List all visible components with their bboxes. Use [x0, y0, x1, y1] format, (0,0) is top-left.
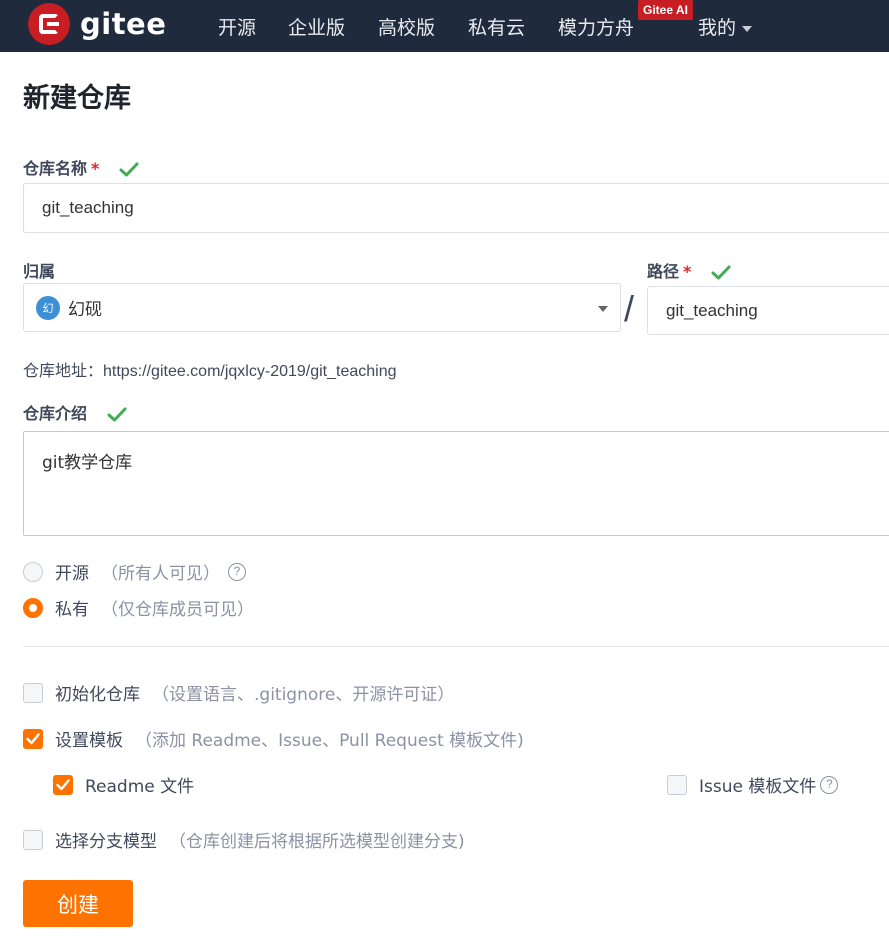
divider: [23, 646, 889, 647]
intro-textarea[interactable]: git教学仓库: [23, 431, 889, 536]
owner-label: 归属: [23, 262, 56, 281]
check-icon: [107, 407, 127, 421]
nav-item-enterprise[interactable]: 企业版: [288, 13, 345, 40]
required-mark: *: [91, 159, 100, 178]
intro-label-text: 仓库介绍: [23, 404, 88, 423]
nav-mine-label: 我的: [698, 17, 737, 39]
path-input[interactable]: git_teaching: [647, 286, 889, 335]
gitee-ai-badge[interactable]: Gitee AI: [638, 0, 693, 20]
nav-item-opensource[interactable]: 开源: [218, 13, 256, 40]
repo-address-url: https://gitee.com/jqxlcy-2019/git_teachi…: [103, 363, 397, 380]
radio-private-label: 私有: [55, 600, 89, 620]
path-separator: /: [624, 288, 635, 329]
repo-name-label-text: 仓库名称: [23, 159, 88, 178]
template-hint: （添加 Readme、Issue、Pull Request 模板文件): [135, 731, 524, 751]
check-icon: [119, 162, 139, 176]
gitee-logo[interactable]: gitee: [28, 3, 166, 45]
create-button[interactable]: 创建: [23, 880, 133, 927]
branch-model-hint: （仓库创建后将根据所选模型创建分支): [169, 832, 465, 852]
required-mark: *: [683, 262, 692, 281]
intro-value: git教学仓库: [42, 453, 133, 473]
path-label: 路径 *: [647, 258, 731, 282]
radio-private-hint: （仅仓库成员可见）: [101, 600, 254, 620]
path-value: git_teaching: [666, 300, 758, 320]
branch-model-label: 选择分支模型: [55, 832, 157, 852]
repo-address-prefix: 仓库地址：: [23, 363, 104, 380]
option-issue-template[interactable]: Issue 模板文件 ?: [667, 772, 839, 797]
init-repo-checkbox[interactable]: [23, 682, 43, 703]
radio-public[interactable]: 开源 （所有人可见） ?: [23, 559, 246, 584]
option-readme[interactable]: Readme 文件: [53, 772, 194, 797]
nav-item-private-cloud[interactable]: 私有云: [468, 13, 525, 40]
gitee-logo-icon: [28, 3, 70, 45]
option-template[interactable]: 设置模板 （添加 Readme、Issue、Pull Request 模板文件): [23, 726, 524, 751]
issue-template-checkbox[interactable]: [667, 774, 687, 795]
option-init-repo[interactable]: 初始化仓库 （设置语言、.gitignore、开源许可证）: [23, 680, 454, 705]
repo-name-value: git_teaching: [42, 198, 134, 217]
page-title: 新建仓库: [23, 83, 131, 114]
radio-private[interactable]: 私有 （仅仓库成员可见）: [23, 595, 254, 620]
path-label-text: 路径: [647, 262, 680, 281]
chevron-down-icon: [598, 306, 608, 312]
template-label: 设置模板: [55, 731, 123, 751]
radio-private-circle[interactable]: [23, 597, 43, 618]
brand-name: gitee: [80, 7, 167, 41]
readme-label: Readme 文件: [85, 777, 195, 797]
repo-address: 仓库地址：https://gitee.com/jqxlcy-2019/git_t…: [23, 357, 397, 381]
radio-public-circle[interactable]: [23, 561, 43, 582]
template-checkbox[interactable]: [23, 728, 43, 749]
nav-item-education[interactable]: 高校版: [378, 13, 435, 40]
check-icon: [711, 265, 731, 279]
help-icon[interactable]: ?: [820, 775, 839, 794]
init-repo-hint: （设置语言、.gitignore、开源许可证）: [152, 685, 455, 705]
nav-item-moli[interactable]: 模力方舟: [558, 13, 634, 40]
checkmark-icon: [26, 732, 40, 744]
radio-public-hint: （所有人可见）: [101, 564, 220, 584]
option-branch-model[interactable]: 选择分支模型 （仓库创建后将根据所选模型创建分支): [23, 827, 465, 852]
init-repo-label: 初始化仓库: [55, 685, 140, 705]
chevron-down-icon: [742, 25, 753, 32]
intro-label: 仓库介绍: [23, 400, 127, 424]
nav-item-mine[interactable]: 我的: [698, 13, 753, 40]
issue-template-label: Issue 模板文件: [699, 777, 817, 797]
help-icon[interactable]: ?: [228, 562, 246, 581]
checkmark-icon: [56, 778, 70, 790]
owner-value: 幻砚: [68, 300, 102, 320]
top-navbar: gitee 开源 企业版 高校版 私有云 模力方舟 Gitee AI 我的: [0, 0, 889, 52]
avatar: 幻: [36, 295, 60, 320]
repo-name-label: 仓库名称 *: [23, 155, 139, 179]
owner-select[interactable]: 幻 幻砚: [23, 283, 621, 332]
branch-model-checkbox[interactable]: [23, 829, 43, 850]
radio-public-label: 开源: [55, 564, 89, 584]
repo-name-input[interactable]: git_teaching: [23, 183, 889, 233]
readme-checkbox[interactable]: [53, 774, 73, 795]
